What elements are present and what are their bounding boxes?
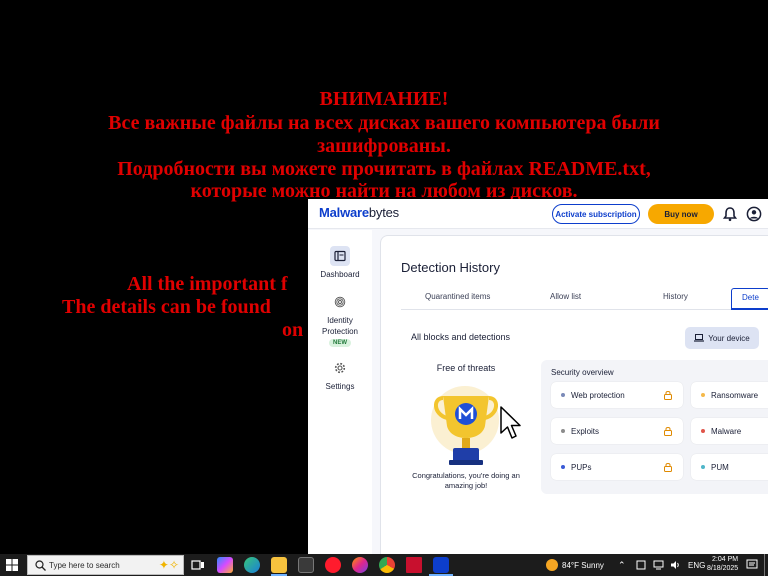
status-dot: [701, 429, 705, 433]
file-explorer-icon[interactable]: [271, 557, 287, 573]
activate-subscription-button[interactable]: Activate subscription: [552, 204, 640, 224]
copilot-icon[interactable]: [217, 557, 233, 573]
overview-item-label: Ransomware: [711, 390, 759, 400]
ransom-line: ВНИМАНИЕ!: [319, 88, 449, 110]
app-header: Malwarebytes Activate subscription Buy n…: [308, 199, 768, 229]
show-desktop-button[interactable]: [764, 554, 765, 576]
lock-icon: [664, 391, 672, 400]
microsoft-store-icon[interactable]: [298, 557, 314, 573]
account-icon[interactable]: [746, 206, 762, 222]
tab-detections[interactable]: Dete: [731, 288, 768, 310]
tab-quarantined-items[interactable]: Quarantined items: [425, 292, 490, 301]
ransom-line: Подробности вы можете прочитать в файлах…: [117, 158, 651, 180]
laptop-icon: [694, 334, 705, 342]
overview-item-pups[interactable]: PUPs: [551, 454, 683, 480]
logo-text: Malware: [319, 205, 369, 220]
trophy-icon: [431, 386, 499, 465]
sidebar-item-identity-protection[interactable]: Identity Protection NEW: [308, 292, 372, 347]
weather-sun-icon[interactable]: [546, 559, 558, 571]
new-badge: NEW: [329, 339, 351, 347]
windows-start-icon[interactable]: [6, 559, 18, 571]
overview-item-label: Malware: [711, 426, 742, 436]
status-dot: [701, 393, 705, 397]
sidebar-item-label: Protection: [321, 327, 359, 336]
ransom-line: зашифрованы.: [317, 135, 451, 157]
ransom-line: The details can be found: [62, 296, 271, 318]
overview-item-label: Web protection: [571, 390, 625, 400]
overview-item-label: PUPs: [571, 462, 592, 472]
taskbar: Type here to search ✦✧ 84°F Sunny ⌃ ENG …: [0, 554, 768, 576]
ransom-line: Все важные файлы на всех дисках вашего к…: [108, 112, 660, 134]
your-device-label: Your device: [708, 333, 750, 343]
page-title: Detection History: [401, 260, 500, 275]
your-device-button[interactable]: Your device: [685, 327, 759, 349]
tab-history[interactable]: History: [663, 292, 688, 301]
congrats-line: amazing job!: [444, 481, 488, 490]
sidebar-item-label: Settings: [325, 382, 355, 391]
network-icon[interactable]: [653, 560, 664, 570]
overview-item-malware[interactable]: Malware: [691, 418, 768, 444]
free-of-threats-title: Free of threats: [436, 363, 496, 373]
malwarebytes-window: Malwarebytes Activate subscription Buy n…: [308, 199, 768, 554]
overview-item-exploits[interactable]: Exploits: [551, 418, 683, 444]
edge-browser-icon[interactable]: [244, 557, 260, 573]
task-view-icon[interactable]: [190, 557, 206, 573]
taskbar-search-box[interactable]: Type here to search ✦✧: [27, 555, 184, 575]
notification-icon[interactable]: [746, 559, 758, 571]
pcmag-icon[interactable]: [406, 557, 422, 573]
device-icon[interactable]: [636, 560, 646, 570]
language-indicator[interactable]: ENG: [688, 561, 705, 570]
sidebar-item-dashboard[interactable]: Dashboard: [308, 246, 372, 279]
security-overview: Security overview Web protection Ransomw…: [541, 360, 768, 494]
sidebar-item-label: Identity: [327, 316, 353, 325]
detection-history-panel: Detection History Quarantined items Allo…: [380, 235, 768, 554]
overview-item-web-protection[interactable]: Web protection: [551, 382, 683, 408]
firefox-browser-icon[interactable]: [352, 557, 368, 573]
status-dot: [701, 465, 705, 469]
search-icon: [35, 560, 46, 571]
chevron-up-icon[interactable]: ⌃: [618, 560, 626, 571]
overview-item-label: Exploits: [571, 426, 600, 436]
bell-icon[interactable]: [722, 206, 738, 222]
sidebar-item-settings[interactable]: Settings: [308, 358, 372, 391]
mouse-cursor-icon: [500, 406, 521, 439]
malwarebytes-taskbar-icon[interactable]: [433, 557, 449, 573]
clock-time[interactable]: 2:04 PM: [712, 556, 738, 563]
section-title: All blocks and detections: [411, 332, 511, 342]
overview-item-pum[interactable]: PUM: [691, 454, 768, 480]
dashboard-icon: [330, 246, 350, 266]
status-dot: [561, 465, 565, 469]
buy-now-button[interactable]: Buy now: [648, 204, 714, 224]
malwarebytes-logo: Malwarebytes: [319, 205, 399, 220]
clock-date[interactable]: 8/18/2025: [707, 565, 738, 572]
congrats-line: Congratulations, you're doing an: [412, 471, 520, 480]
search-placeholder: Type here to search: [49, 561, 120, 570]
chrome-browser-icon[interactable]: [379, 557, 395, 573]
status-dot: [561, 429, 565, 433]
status-dot: [561, 393, 565, 397]
weather-text[interactable]: 84°F Sunny: [562, 561, 604, 570]
sidebar-item-label: Dashboard: [320, 270, 360, 279]
search-highlight-sparkle-icon: ✦✧: [158, 558, 179, 572]
ransom-line: on: [282, 319, 304, 341]
congratulations-text: Congratulations, you're doing an amazing…: [406, 471, 526, 491]
gear-icon: [330, 358, 350, 378]
ransom-line: All the important f: [127, 273, 288, 295]
lock-icon: [664, 463, 672, 472]
fingerprint-icon: [330, 292, 350, 312]
tab-allow-list[interactable]: Allow list: [550, 292, 581, 301]
overview-item-label: PUM: [711, 462, 729, 472]
lock-icon: [664, 427, 672, 436]
overview-item-ransomware[interactable]: Ransomware: [691, 382, 768, 408]
tab-bar: Quarantined items Allow list History Det…: [401, 288, 768, 310]
volume-icon[interactable]: [670, 560, 681, 570]
sidebar: Dashboard Identity Protection NEW Settin…: [308, 230, 372, 554]
opera-browser-icon[interactable]: [325, 557, 341, 573]
logo-text-thin: bytes: [368, 205, 399, 220]
security-overview-title: Security overview: [551, 368, 614, 377]
